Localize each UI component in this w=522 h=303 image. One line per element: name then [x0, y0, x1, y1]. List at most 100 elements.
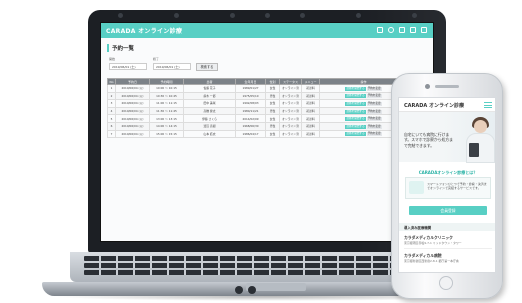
start-consultation-button[interactable]: 診療を開始する [345, 109, 366, 114]
table-cell: 高橋 健太 [183, 106, 236, 116]
change-reservation-button[interactable]: 予約を変更 [366, 86, 382, 91]
divider [404, 248, 492, 249]
table-cell: オンライン済 [279, 91, 302, 101]
table-cell: 2019/06/04 (火) [115, 114, 150, 123]
app-logo[interactable]: CARADA オンライン診療 [106, 26, 182, 35]
table-cell: 2 [107, 91, 116, 101]
table-row[interactable]: 5 2019/06/04 (火) 13:00 〜 13:15 伊藤 さくら 2014/0… [107, 114, 408, 123]
menu-icon[interactable] [484, 102, 492, 108]
table-cell: 渡辺 直樹 [183, 121, 236, 131]
table-row[interactable]: 1 2019/06/04 (火) 10:00 〜 10:15 佐藤 花子 1989/01… [107, 84, 408, 93]
start-consultation-button[interactable]: 診療を開始する [345, 132, 366, 137]
table-cell: 3 [107, 99, 116, 108]
start-consultation-button[interactable]: 診療を開始する [345, 117, 366, 122]
table-row[interactable]: 4 2019/06/04 (火) 11:30 〜 11:45 高橋 健太 1980/11… [107, 106, 408, 116]
mobile-header: CARADA オンライン診療 [399, 98, 495, 112]
table-cell: 2019/06/04 (火) [115, 129, 150, 139]
start-consultation-button[interactable]: 診療を開始する [345, 124, 366, 129]
start-consultation-button[interactable]: 診療を開始する [345, 101, 366, 106]
from-label: 開始 [109, 57, 116, 61]
user-icon[interactable] [388, 27, 394, 33]
table-row[interactable]: 3 2019/06/04 (火) 11:00 〜 11:15 田中 美咲 1992/08… [107, 99, 408, 108]
speaker-icon [248, 286, 256, 294]
change-reservation-button[interactable]: 予約を変更 [366, 132, 382, 137]
table-cell: 初診料 [301, 114, 320, 123]
table-row[interactable]: 7 2019/06/04 (火) 15:00 〜 15:15 山本 結衣 1986/04… [107, 129, 408, 139]
table-cell: 男性 [265, 91, 280, 101]
table-cell: 2019/06/04 (火) [115, 99, 150, 108]
speaker-icon [235, 286, 243, 294]
page-title: 予約一覧 [107, 44, 134, 52]
section-title: CARADAオンライン診療とは？ [418, 170, 478, 175]
change-reservation-button[interactable]: 予約を変更 [366, 117, 382, 122]
table-cell: 11:00 〜 11:15 [149, 99, 184, 108]
phone-screen: CARADA オンライン診療 自宅にいても病院に行けます。スマホで診察から処方ま… [398, 97, 496, 273]
laptop-screen: CARADA オンライン診療 予約一覧 開始 2019/06/01 (土) 終了… [100, 22, 434, 242]
change-reservation-button[interactable]: 予約を変更 [366, 94, 382, 99]
table-cell: 4 [107, 106, 116, 116]
bezel-sensor-icon [174, 13, 179, 18]
start-consultation-button[interactable]: 診療を開始する [345, 86, 366, 91]
table-cell: 14:00 〜 14:15 [149, 121, 184, 131]
clinic-list-title: 導入済み医療機関 [404, 226, 432, 230]
bezel-sensor-icon [118, 13, 123, 18]
mobile-logo[interactable]: CARADA オンライン診療 [404, 102, 464, 109]
table-row[interactable]: 6 2019/06/04 (火) 14:00 〜 14:15 渡辺 直樹 1968/06… [107, 121, 408, 131]
table-cell: オンライン済 [279, 106, 302, 116]
table-cell: 初診料 [301, 129, 320, 139]
to-label: 終了 [153, 57, 160, 61]
calendar-icon[interactable] [399, 27, 405, 33]
table-cell: 女性 [265, 114, 280, 123]
table-cell: 田中 美咲 [183, 99, 236, 108]
table-cell: 初診料 [301, 99, 320, 108]
table-cell: 2014/02/09 [235, 114, 266, 123]
table-cell: 10:00 〜 10:15 [149, 84, 184, 93]
table-cell: 初診料 [301, 91, 320, 101]
from-date-input[interactable]: 2019/06/01 (土) [109, 63, 147, 70]
to-date-input[interactable]: 2019/06/01 (土) [153, 63, 191, 70]
table-cell: 11:30 〜 11:45 [149, 106, 184, 116]
register-button[interactable]: 会員登録 [409, 206, 487, 215]
bezel-sensor-icon [230, 13, 235, 18]
search-button[interactable]: 検索する [196, 63, 218, 71]
reservation-table: No 予約日 予約時間 患者 生年月日 性別 ステータス メニュー 操作 1 2019/06/04… [107, 78, 408, 139]
table-cell: 15:00 〜 15:15 [149, 129, 184, 139]
change-reservation-button[interactable]: 予約を変更 [366, 101, 382, 106]
table-cell: 1992/08/03 [235, 99, 266, 108]
table-cell: 2019/06/04 (火) [115, 106, 150, 116]
feature-illustration [409, 181, 424, 194]
table-cell: 2019/06/04 (火) [115, 121, 150, 131]
table-cell: 1 [107, 84, 116, 93]
home-button-icon[interactable] [439, 276, 453, 290]
table-cell: 2019/06/04 (火) [115, 84, 150, 93]
table-cell: オンライン済 [279, 114, 302, 123]
earpiece-speaker [435, 85, 459, 88]
change-reservation-button[interactable]: 予約を変更 [366, 109, 382, 114]
table-cell: オンライン済 [279, 129, 302, 139]
table-cell: 初診料 [301, 121, 320, 131]
table-cell: 13:00 〜 13:15 [149, 114, 184, 123]
clinic-address: 東京都新宿区西新宿2-8-1 都庁第一本庁舎 [404, 259, 459, 263]
phone-in-hand-icon [469, 143, 479, 157]
bezel-sensor-icon [412, 13, 417, 18]
bezel-sensor-icon [356, 13, 361, 18]
table-cell: 女性 [265, 99, 280, 108]
settings-icon[interactable] [410, 27, 416, 33]
bezel-sensor-icon [300, 13, 305, 18]
logout-icon[interactable] [421, 27, 427, 33]
clinic-address: 東京都港区赤坂9-7-1 ミッドタウン・タワー [404, 241, 462, 245]
table-cell: 7 [107, 129, 116, 139]
search-icon[interactable] [377, 27, 383, 33]
table-cell: 男性 [265, 121, 280, 131]
table-row[interactable]: 2 2019/06/04 (火) 10:30 〜 10:45 鈴木 一郎 1975/05… [107, 91, 408, 101]
table-cell: オンライン済 [279, 84, 302, 93]
table-cell: 1968/06/30 [235, 121, 266, 131]
table-cell: 女性 [265, 129, 280, 139]
start-consultation-button[interactable]: 診療を開始する [345, 94, 366, 99]
table-cell: オンライン済 [279, 121, 302, 131]
change-reservation-button[interactable]: 予約を変更 [366, 124, 382, 129]
hero-text: 自宅にいても病院に行けます。スマホで診察から処方まで完結できます。 [404, 132, 453, 148]
front-camera-icon [425, 84, 430, 89]
table-cell: 女性 [265, 84, 280, 93]
camera-icon [265, 13, 270, 18]
